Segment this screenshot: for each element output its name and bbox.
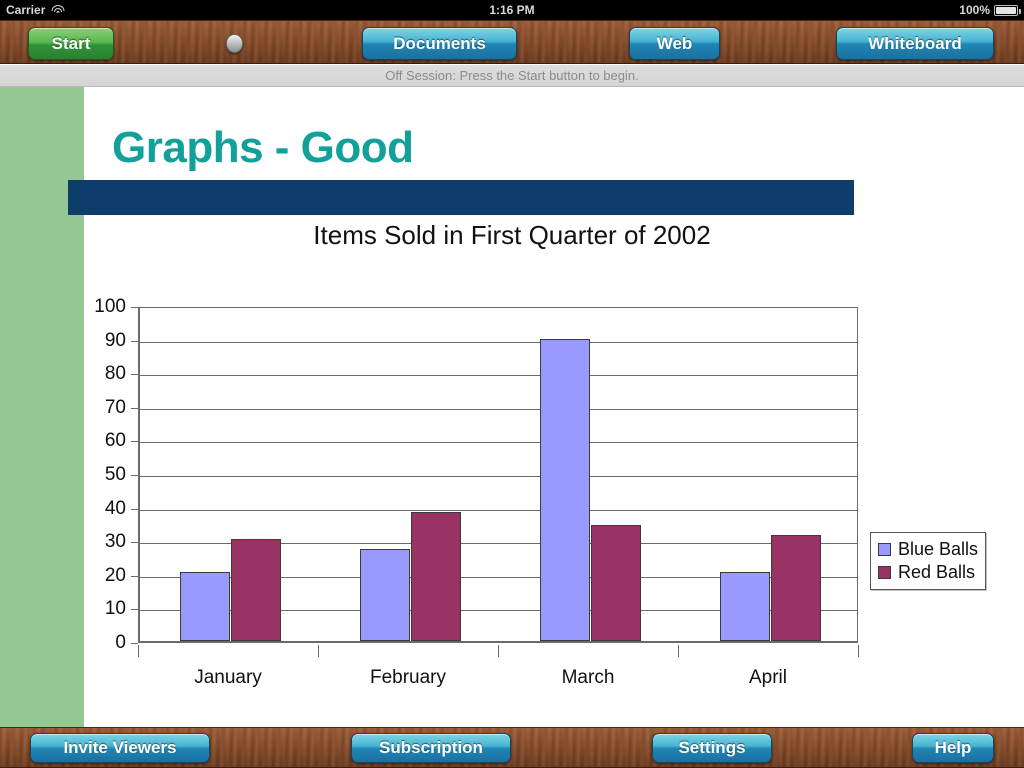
y-axis-tick (131, 575, 138, 577)
x-axis-tick (498, 645, 499, 657)
x-axis-tick (318, 645, 319, 657)
y-axis-tick (131, 542, 138, 544)
x-axis-tick-label: April (748, 667, 788, 688)
y-axis-tick (131, 475, 138, 476)
chart-bar (410, 511, 461, 641)
gridline (140, 442, 857, 444)
legend-swatch-icon (878, 566, 891, 579)
subscription-button[interactable]: Subscription (351, 733, 511, 763)
start-button[interactable]: Start (28, 27, 114, 60)
y-axis-tick-label: 10 (104, 598, 126, 620)
chart-bar (590, 525, 641, 641)
chart-bar (770, 535, 821, 641)
x-axis-tick (138, 645, 139, 657)
x-axis-tick-label: March (561, 667, 615, 688)
x-axis-tick-label: February (369, 667, 447, 688)
battery-percent-label: 100% (959, 3, 990, 17)
y-axis-tick (131, 441, 138, 443)
chart-bar (539, 338, 590, 641)
gridline (140, 408, 857, 410)
y-axis-tick-label: 0 (115, 632, 126, 653)
whiteboard-button[interactable]: Whiteboard (836, 27, 994, 60)
chart-legend: Blue Balls Red Balls (870, 532, 986, 590)
y-axis-tick-label: 90 (104, 329, 126, 351)
status-bar-right: 100% (959, 3, 1021, 17)
legend-label: Blue Balls (898, 539, 979, 559)
settings-button[interactable]: Settings (652, 733, 772, 763)
y-axis-tick (131, 407, 138, 409)
y-axis-tick-label: 70 (104, 396, 126, 418)
y-axis-tick-label: 100 (94, 296, 126, 317)
top-toolbar: Start Documents Web Whiteboard (0, 20, 1024, 64)
y-axis-tick-label: 30 (104, 531, 126, 553)
bottom-toolbar: Invite Viewers Subscription Settings Hel… (0, 727, 1024, 768)
y-axis-tick (131, 307, 138, 308)
ios-status-bar: Carrier 1:16 PM 100% (0, 0, 1024, 20)
y-axis-tick-label: 80 (104, 363, 126, 385)
x-axis-tick-label: January (194, 667, 262, 688)
chart-bar (230, 538, 281, 641)
status-led-icon (226, 34, 243, 53)
session-status-bar: Off Session: Press the Start button to b… (0, 65, 1024, 87)
battery-full-icon (994, 4, 1021, 16)
invite-viewers-button[interactable]: Invite Viewers (30, 733, 210, 763)
legend-swatch-icon (878, 543, 891, 556)
y-axis-tick (131, 643, 138, 644)
y-axis-tick (131, 340, 138, 342)
legend-item: Blue Balls (878, 538, 978, 561)
chart-bar (719, 572, 770, 641)
web-button[interactable]: Web (629, 27, 720, 60)
legend-label: Red Balls (898, 562, 976, 582)
y-axis-tick (131, 609, 138, 611)
y-axis-tick-label: 20 (104, 564, 126, 586)
gridline (140, 476, 857, 477)
help-button[interactable]: Help (912, 733, 994, 763)
gridline (140, 375, 857, 377)
y-axis-tick-label: 60 (104, 430, 126, 452)
x-axis-tick (858, 645, 859, 657)
gridline (140, 509, 857, 511)
app-root: Carrier 1:16 PM 100% Start Documents Web… (0, 0, 1024, 768)
session-status-text: Off Session: Press the Start button to b… (385, 68, 639, 83)
y-axis-tick-label: 50 (104, 464, 126, 485)
chart-plot-area (138, 307, 858, 643)
gridline (140, 341, 857, 343)
x-axis-tick (678, 645, 679, 657)
chart-bar (359, 548, 410, 641)
bar-chart: 0 10 20 30 40 50 60 70 80 90 100 January February Mar… (0, 87, 1024, 727)
y-axis-tick (131, 508, 138, 510)
y-axis-tick-label: 40 (104, 497, 126, 519)
legend-item: Red Balls (878, 561, 978, 584)
slide-canvas[interactable]: Graphs - Good Items Sold in First Quarte… (0, 87, 1024, 727)
documents-button[interactable]: Documents (362, 27, 517, 60)
chart-bar (179, 572, 230, 641)
status-bar-clock: 1:16 PM (489, 3, 535, 17)
y-axis-tick (131, 374, 138, 376)
